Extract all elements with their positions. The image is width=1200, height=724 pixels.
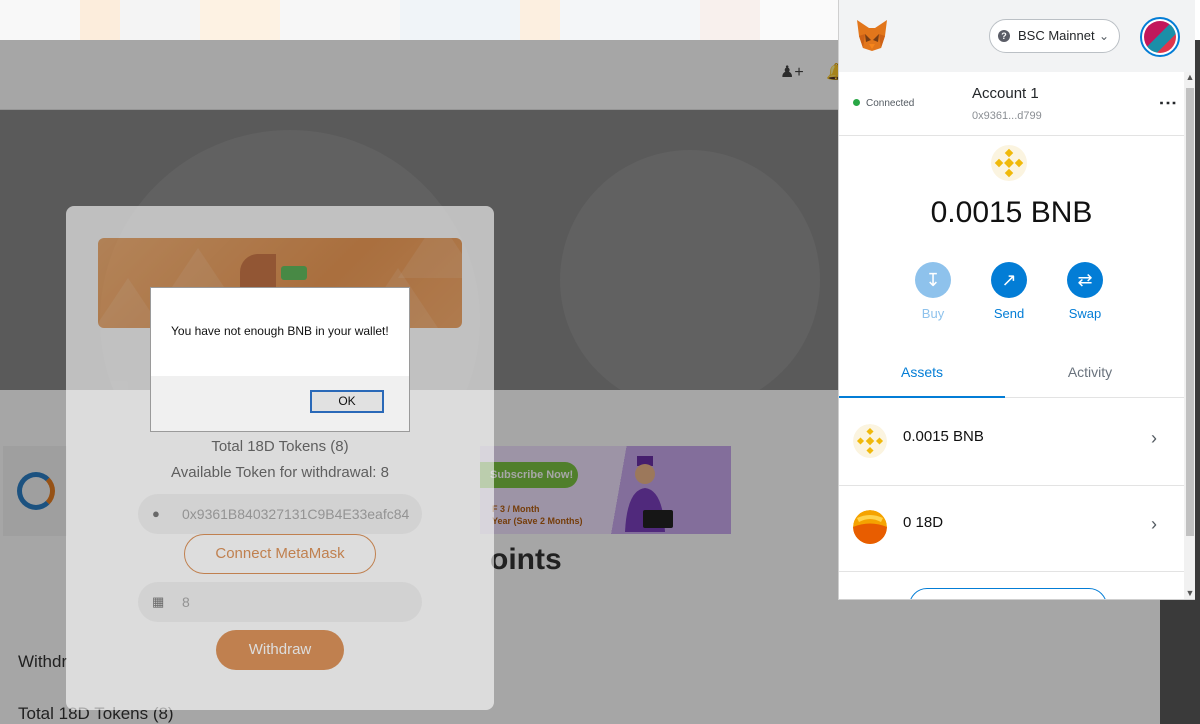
browser-alert-dialog: You have not enough BNB in your wallet! … bbox=[150, 287, 410, 432]
account-name[interactable]: Account 1 bbox=[972, 85, 1039, 102]
send-label: Send bbox=[993, 306, 1025, 321]
connection-status[interactable]: Connected bbox=[853, 98, 914, 109]
alert-message: You have not enough BNB in your wallet! bbox=[171, 324, 389, 338]
swap-button[interactable]: ⇄ Swap bbox=[1055, 262, 1115, 321]
amount-field[interactable]: ▦ 8 bbox=[138, 582, 422, 622]
metamask-fox-icon[interactable] bbox=[855, 18, 889, 52]
logo-accent-icon bbox=[281, 266, 307, 280]
download-icon: ↧ bbox=[915, 262, 951, 298]
asset-row-18d[interactable]: 0 18D › bbox=[839, 486, 1184, 572]
network-selector[interactable]: ? BSC Mainnet ⌄ bbox=[989, 19, 1120, 53]
18d-token-icon bbox=[853, 510, 887, 544]
available-tokens-label: Available Token for withdrawal: 8 bbox=[171, 464, 389, 481]
metamask-popup: ? BSC Mainnet ⌄ Connected Account 1 0x93… bbox=[838, 0, 1195, 600]
wallet-address-field[interactable]: ● 0x9361B840327131C9B4E33eafc84 bbox=[138, 494, 422, 534]
alert-ok-button[interactable]: OK bbox=[310, 390, 384, 413]
scroll-down-icon[interactable]: ▼ bbox=[1184, 588, 1195, 598]
tab-strip-dim bbox=[0, 0, 838, 40]
building-icon: ▦ bbox=[152, 594, 165, 609]
alert-message-area: You have not enough BNB in your wallet! bbox=[151, 288, 409, 376]
metamask-header: ? BSC Mainnet ⌄ bbox=[839, 0, 1195, 72]
withdraw-button[interactable]: Withdraw bbox=[216, 630, 344, 670]
location-pin-icon: ● bbox=[152, 506, 160, 521]
import-tokens-button[interactable] bbox=[909, 588, 1107, 599]
account-options-icon[interactable]: ⋮ bbox=[1157, 94, 1179, 110]
scroll-up-icon[interactable]: ▲ bbox=[1184, 72, 1195, 82]
amount-value: 8 bbox=[182, 594, 190, 610]
popup-scrollbar[interactable]: ▲ ▼ bbox=[1184, 72, 1195, 599]
asset-row-bnb[interactable]: 0.0015 BNB › bbox=[839, 400, 1184, 486]
total-tokens-label: Total 18D Tokens (8) bbox=[211, 438, 349, 455]
account-avatar[interactable] bbox=[1140, 17, 1180, 57]
swap-label: Swap bbox=[1068, 306, 1102, 321]
account-bar: Connected Account 1 0x9361...d799 ⋮ bbox=[839, 72, 1184, 136]
bnb-token-icon bbox=[853, 424, 887, 458]
connected-dot-icon bbox=[853, 99, 860, 106]
asset-bnb-value: 0.0015 BNB bbox=[903, 428, 984, 445]
network-name: BSC Mainnet bbox=[1018, 28, 1095, 43]
bnb-icon bbox=[991, 145, 1027, 181]
connection-status-label: Connected bbox=[866, 98, 915, 109]
asset-18d-value: 0 18D bbox=[903, 514, 944, 531]
arrow-up-right-icon: ↗ bbox=[991, 262, 1027, 298]
tab-assets[interactable]: Assets bbox=[839, 352, 1005, 398]
chevron-down-icon: ⌄ bbox=[1098, 29, 1109, 43]
buy-button[interactable]: ↧ Buy bbox=[903, 262, 963, 321]
chevron-right-icon: › bbox=[1151, 428, 1157, 448]
wallet-address-value: 0x9361B840327131C9B4E33eafc84 bbox=[182, 506, 410, 522]
tab-activity[interactable]: Activity bbox=[1007, 352, 1173, 398]
account-address[interactable]: 0x9361...d799 bbox=[972, 110, 1042, 122]
scrollbar-thumb[interactable] bbox=[1186, 88, 1194, 536]
balance-amount: 0.0015 BNB bbox=[930, 196, 1093, 229]
send-button[interactable]: ↗ Send bbox=[979, 262, 1039, 321]
chevron-right-icon: › bbox=[1151, 514, 1157, 534]
withdraw-modal: Total 18D Tokens (8) Available Token for… bbox=[66, 206, 494, 710]
asset-tabs: Assets Activity bbox=[839, 352, 1184, 398]
connect-metamask-button[interactable]: Connect MetaMask bbox=[184, 534, 376, 574]
swap-icon: ⇄ bbox=[1067, 262, 1103, 298]
help-icon: ? bbox=[998, 30, 1010, 42]
buy-label: Buy bbox=[921, 306, 945, 321]
